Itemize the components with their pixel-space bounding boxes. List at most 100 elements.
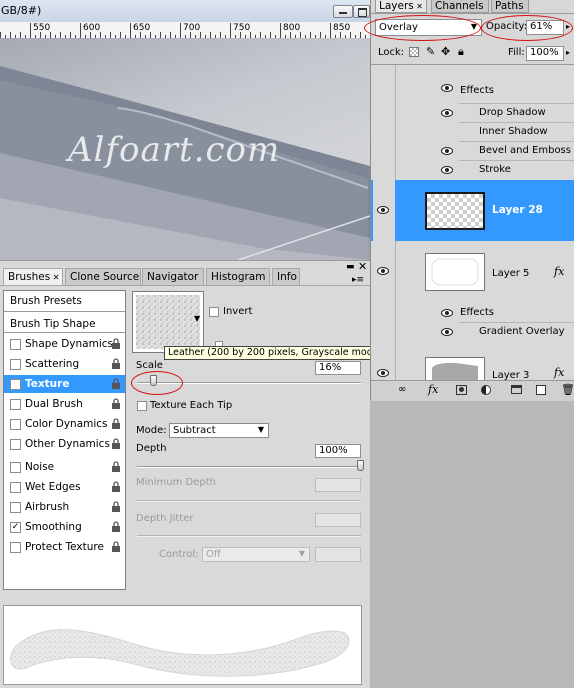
layer-row-layer-5[interactable]: Layer 5 fx	[371, 242, 574, 302]
add-mask-icon[interactable]	[456, 385, 467, 395]
control-value: Off	[206, 549, 221, 560]
fx-badge-icon[interactable]: fx	[554, 366, 564, 379]
brush-presets-item[interactable]: Brush Presets	[4, 292, 125, 310]
lock-icon[interactable]	[111, 438, 121, 449]
texture-each-tip-checkbox[interactable]	[137, 401, 147, 411]
panel-collapse-icon[interactable]: ▬	[346, 262, 355, 272]
brush-option-smoothing[interactable]: ✓ Smoothing	[4, 518, 125, 536]
panel-close-icon[interactable]: ✕	[358, 260, 367, 273]
minimize-button[interactable]	[333, 5, 353, 18]
depth-slider-track[interactable]	[137, 466, 361, 468]
lock-icon[interactable]	[111, 398, 121, 409]
scale-slider-thumb[interactable]	[150, 375, 158, 386]
effect-eye-icon[interactable]	[441, 166, 453, 177]
brush-option-dual-brush[interactable]: Dual Brush	[4, 395, 125, 413]
lock-icon[interactable]	[111, 481, 121, 492]
tab-histogram[interactable]: Histogram	[206, 268, 270, 285]
scale-input[interactable]: 16%	[315, 361, 361, 375]
brush-option-noise[interactable]: Noise	[4, 458, 125, 476]
lock-image-brush-icon[interactable]: ✎	[426, 45, 435, 58]
effects-eye-icon[interactable]	[441, 309, 453, 317]
lock-icon[interactable]	[111, 541, 121, 552]
depth-input[interactable]: 100%	[315, 444, 361, 458]
layer-row-layer-28[interactable]: Layer 28	[371, 180, 574, 241]
brush-option-color-dynamics[interactable]: Color Dynamics	[4, 415, 125, 433]
stroke-preview-shape	[10, 629, 350, 677]
lock-icon[interactable]	[111, 501, 121, 512]
effect-label: Inner Shadow	[479, 126, 548, 137]
new-group-icon[interactable]	[511, 385, 522, 394]
option-checkbox[interactable]	[10, 419, 21, 430]
brush-tip-shape-item[interactable]: Brush Tip Shape	[4, 315, 125, 333]
lock-icon[interactable]	[111, 338, 121, 349]
lock-icon[interactable]	[111, 378, 121, 389]
tab-channels[interactable]: Channels	[431, 0, 489, 13]
brush-option-protect-texture[interactable]: Protect Texture	[4, 538, 125, 556]
scale-slider-track[interactable]	[137, 382, 361, 384]
texture-dropdown-arrow-icon[interactable]: ▼	[194, 314, 200, 323]
mode-select[interactable]: Subtract ▼	[169, 423, 269, 438]
effect-eye-icon[interactable]	[441, 328, 453, 339]
opacity-arrow-icon[interactable]: ▸	[566, 22, 570, 31]
visibility-eye-icon[interactable]	[377, 206, 389, 214]
tab-navigator[interactable]: Navigator	[142, 268, 204, 285]
option-checkbox[interactable]	[10, 542, 21, 553]
lock-all-icon[interactable]: 🔒︎	[458, 45, 464, 59]
visibility-eye-icon[interactable]	[377, 267, 389, 275]
option-checkbox[interactable]	[10, 462, 21, 473]
add-layer-style-icon[interactable]: fx	[428, 383, 438, 396]
brush-option-shape-dynamics[interactable]: Shape Dynamics	[4, 335, 125, 353]
fill-input[interactable]: 100%	[526, 46, 564, 61]
new-layer-icon[interactable]	[536, 385, 546, 395]
effects-eye-icon[interactable]	[441, 84, 453, 92]
option-checkbox[interactable]	[10, 399, 21, 410]
restore-button[interactable]	[353, 5, 370, 18]
option-checkbox[interactable]: ✓	[10, 379, 21, 390]
panel-menu-icon[interactable]: ▸≡	[352, 275, 364, 285]
brush-option-other-dynamics[interactable]: Other Dynamics	[4, 435, 125, 453]
effect-row-stroke[interactable]: Stroke	[441, 160, 574, 180]
lock-icon[interactable]	[111, 521, 121, 532]
option-checkbox[interactable]	[10, 482, 21, 493]
lock-icon[interactable]	[111, 418, 121, 429]
lock-icon[interactable]	[111, 358, 121, 369]
depth-slider-thumb[interactable]	[357, 460, 364, 471]
option-checkbox[interactable]: ✓	[10, 522, 21, 533]
visibility-eye-icon[interactable]	[377, 369, 389, 377]
layer-row-layer-3[interactable]: Layer 3 fx	[371, 349, 574, 381]
tab-info[interactable]: Info	[272, 268, 300, 285]
effect-row-drop-shadow[interactable]: Drop Shadow	[441, 103, 574, 123]
brush-option-texture[interactable]: ✓ Texture	[4, 375, 125, 393]
tab-clone-source[interactable]: Clone Source	[65, 268, 141, 285]
delete-layer-icon[interactable]: 🗑︎	[561, 383, 574, 396]
fx-badge-icon[interactable]: fx	[554, 265, 564, 278]
invert-checkbox[interactable]	[209, 307, 219, 317]
option-checkbox[interactable]	[10, 359, 21, 370]
effect-eye-icon[interactable]	[441, 109, 453, 120]
tab-label: Info	[277, 271, 297, 283]
fill-arrow-icon[interactable]: ▸	[566, 48, 570, 57]
blend-mode-select[interactable]: Overlay ▼	[375, 19, 482, 36]
tab-layers[interactable]: Layers ✕	[375, 0, 427, 13]
option-checkbox[interactable]	[10, 502, 21, 513]
lock-position-move-icon[interactable]: ✥	[441, 45, 450, 58]
effect-row-bevel-and-emboss[interactable]: Bevel and Emboss	[441, 141, 574, 161]
option-checkbox[interactable]	[10, 339, 21, 350]
effect-row-gradient-overlay[interactable]: Gradient Overlay	[441, 322, 574, 342]
lock-transparency-icon[interactable]	[409, 47, 419, 57]
close-tab-icon[interactable]: ✕	[414, 2, 423, 11]
tab-brushes[interactable]: Brushes ✕	[3, 268, 63, 285]
effect-row-inner-shadow[interactable]: Inner Shadow	[459, 122, 574, 142]
brush-option-airbrush[interactable]: Airbrush	[4, 498, 125, 516]
tab-paths[interactable]: Paths	[491, 0, 529, 13]
opacity-input[interactable]: 61%	[526, 20, 564, 35]
option-checkbox[interactable]	[10, 439, 21, 450]
lock-icon[interactable]	[111, 461, 121, 472]
link-layers-icon[interactable]: ∞	[398, 384, 406, 395]
brush-option-wet-edges[interactable]: Wet Edges	[4, 478, 125, 496]
adjustment-layer-icon[interactable]	[481, 385, 491, 395]
close-tab-icon[interactable]: ✕	[50, 273, 60, 282]
brush-option-scattering[interactable]: Scattering	[4, 355, 125, 373]
effect-eye-icon[interactable]	[441, 147, 453, 158]
document-canvas[interactable]: Alfoart.com	[0, 38, 370, 260]
